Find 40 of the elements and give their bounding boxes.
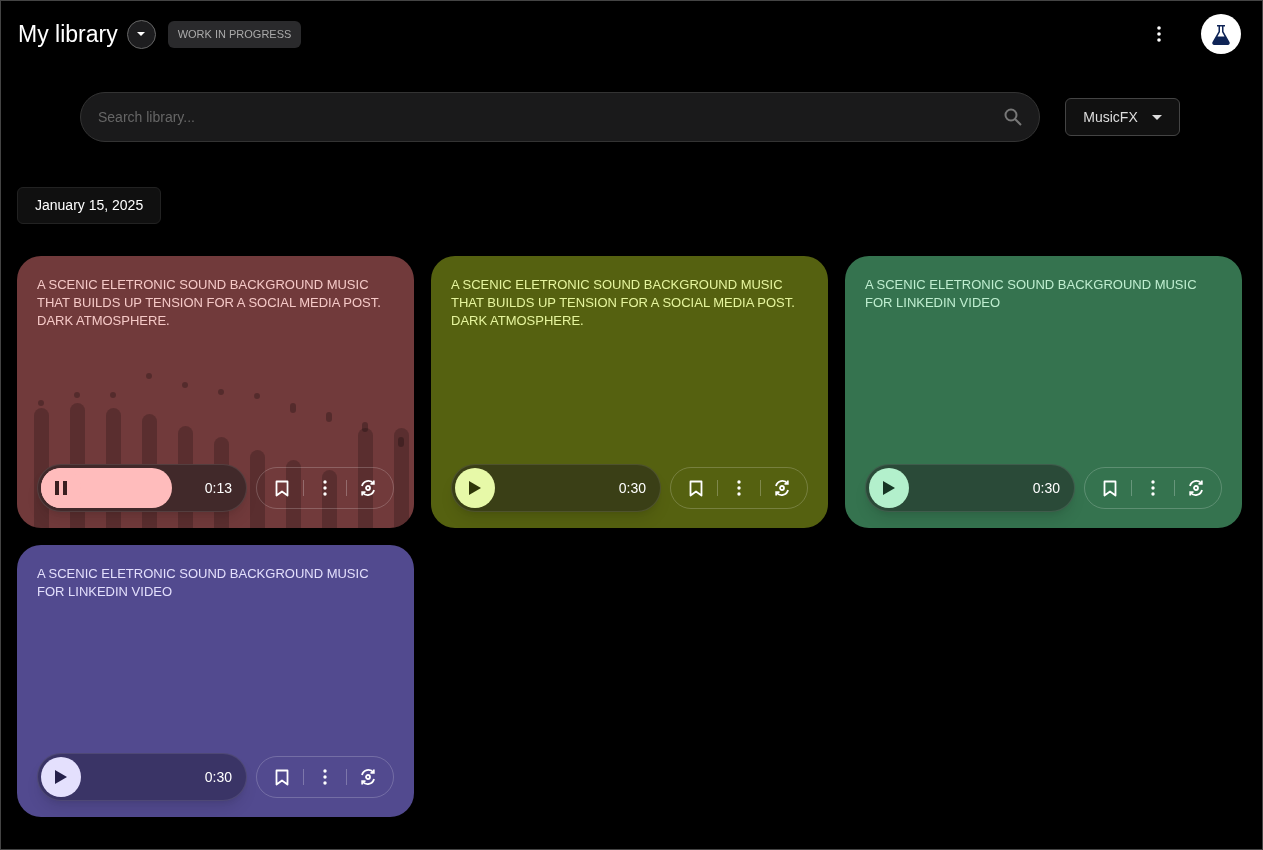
play-button[interactable] — [869, 468, 909, 508]
rotate-eye-icon — [359, 479, 377, 497]
search-field[interactable]: Search library... — [80, 92, 1040, 142]
track-time: 0:30 — [1032, 478, 1060, 498]
more-vertical-icon — [323, 769, 327, 785]
play-icon — [469, 481, 481, 495]
rotate-eye-icon — [773, 479, 791, 497]
pause-icon — [54, 481, 68, 495]
source-dropdown[interactable]: MusicFX — [1065, 98, 1180, 136]
search-input[interactable]: Search library... — [98, 106, 1004, 128]
bookmark-icon — [275, 479, 289, 497]
track-prompt: A SCENIC ELETRONIC SOUND BACKGROUND MUSIC FOR LINKEDIN VIDEO — [37, 565, 370, 601]
track-prompt: A SCENIC ELETRONIC SOUND BACKGROUND MUSIC THAT BUILDS UP TENSION FOR A SOCIAL MEDIA POST. DARK ATMOSPHERE. — [37, 276, 382, 330]
more-vertical-icon — [323, 480, 327, 496]
page-title: My library — [18, 19, 118, 49]
track-prompt: A SCENIC ELETRONIC SOUND BACKGROUND MUSIC FOR LINKEDIN VIDEO — [865, 276, 1198, 312]
more-vertical-icon — [1151, 480, 1155, 496]
more-vertical-icon — [737, 480, 741, 496]
date-chip: January 15, 2025 — [17, 187, 162, 224]
track-time: 0:30 — [204, 767, 232, 787]
flask-icon — [1209, 22, 1233, 46]
title-dropdown-button[interactable] — [126, 19, 156, 49]
rotate-eye-icon — [359, 768, 377, 786]
bookmark-icon — [275, 768, 289, 786]
track-prompt: A SCENIC ELETRONIC SOUND BACKGROUND MUSIC THAT BUILDS UP TENSION FOR A SOCIAL MEDIA POST. DARK ATMOSPHERE. — [451, 276, 796, 330]
bookmark-icon — [689, 479, 703, 497]
more-vertical-icon — [1157, 26, 1161, 42]
caret-icon — [1151, 114, 1162, 120]
account-avatar[interactable] — [1201, 14, 1241, 54]
play-icon — [55, 770, 67, 784]
track-time: 0:13 — [204, 478, 232, 498]
play-button[interactable] — [41, 757, 81, 797]
bookmark-icon — [1103, 479, 1117, 497]
caret-icon — [137, 32, 146, 36]
rotate-eye-icon — [1187, 479, 1205, 497]
play-button[interactable] — [455, 468, 495, 508]
status-badge: WORK IN PROGRESS — [167, 20, 302, 48]
play-icon — [883, 481, 895, 495]
search-icon — [1004, 108, 1022, 126]
track-time: 0:30 — [618, 478, 646, 498]
